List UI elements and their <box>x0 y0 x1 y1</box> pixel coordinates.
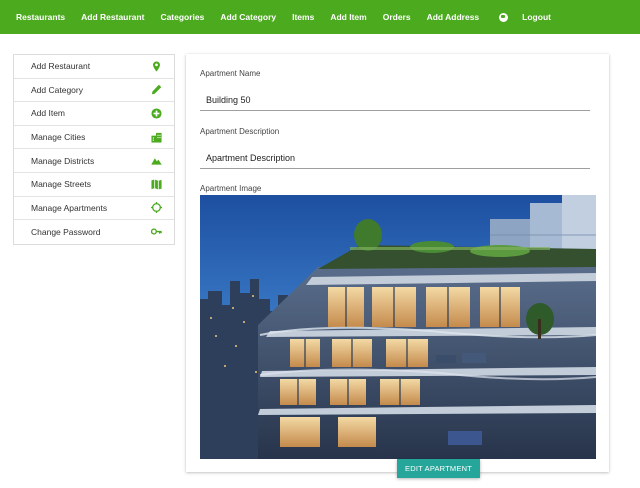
building-icon <box>151 132 162 143</box>
plus-circle-icon <box>151 108 162 119</box>
mountain-icon <box>151 155 162 166</box>
nav-language[interactable] <box>499 12 509 22</box>
nav-add-restaurant[interactable]: Add Restaurant <box>81 12 144 22</box>
apartment-name-input[interactable] <box>200 89 590 111</box>
nav-add-item[interactable]: Add Item <box>330 12 366 22</box>
nav-categories[interactable]: Categories <box>160 12 204 22</box>
nav-orders[interactable]: Orders <box>383 12 411 22</box>
sidebar-item-label: Manage Cities <box>31 132 86 143</box>
sidebar-item-label: Add Category <box>31 84 83 95</box>
sidebar-item-manage-districts[interactable]: Manage Districts <box>14 149 174 173</box>
target-icon <box>151 202 162 214</box>
apartment-image-label: Apartment Image <box>200 184 262 193</box>
map-icon <box>151 179 162 190</box>
pencil-icon <box>151 84 162 95</box>
nav-items[interactable]: Items <box>292 12 314 22</box>
edit-apartment-card: Apartment Name Apartment Description Apa… <box>186 54 609 478</box>
sidebar-item-manage-streets[interactable]: Manage Streets <box>14 173 174 197</box>
sidebar-item-add-restaurant[interactable]: Add Restaurant <box>14 55 174 79</box>
sidebar-item-label: Manage Districts <box>31 155 95 166</box>
apartment-description-label: Apartment Description <box>200 127 280 136</box>
top-navbar: Restaurants Add Restaurant Categories Ad… <box>0 0 640 34</box>
sidebar-menu: Add Restaurant Add Category Add Item Man… <box>13 54 175 245</box>
sidebar-item-add-category[interactable]: Add Category <box>14 79 174 103</box>
edit-apartment-button[interactable]: EDIT APARTMENT <box>397 459 480 478</box>
apartment-name-label: Apartment Name <box>200 69 261 78</box>
sidebar-item-manage-apartments[interactable]: Manage Apartments <box>14 197 174 221</box>
sidebar-item-manage-cities[interactable]: Manage Cities <box>14 126 174 150</box>
nav-logout[interactable]: Logout <box>522 12 551 22</box>
sidebar-item-label: Change Password <box>31 226 101 237</box>
map-marker-icon <box>151 61 162 72</box>
key-icon <box>151 226 162 237</box>
apartment-description-input[interactable] <box>200 147 590 169</box>
sidebar-item-change-password[interactable]: Change Password <box>14 220 174 244</box>
sidebar-item-label: Add Restaurant <box>31 61 91 72</box>
sidebar-item-label: Manage Streets <box>31 179 92 190</box>
nav-restaurants[interactable]: Restaurants <box>16 12 65 22</box>
sidebar-item-label: Manage Apartments <box>31 202 108 213</box>
nav-add-category[interactable]: Add Category <box>220 12 276 22</box>
sidebar-item-add-item[interactable]: Add Item <box>14 102 174 126</box>
apartment-image <box>200 195 596 459</box>
globe-icon <box>499 12 509 22</box>
sidebar-item-label: Add Item <box>31 108 66 119</box>
nav-add-address[interactable]: Add Address <box>427 12 480 22</box>
